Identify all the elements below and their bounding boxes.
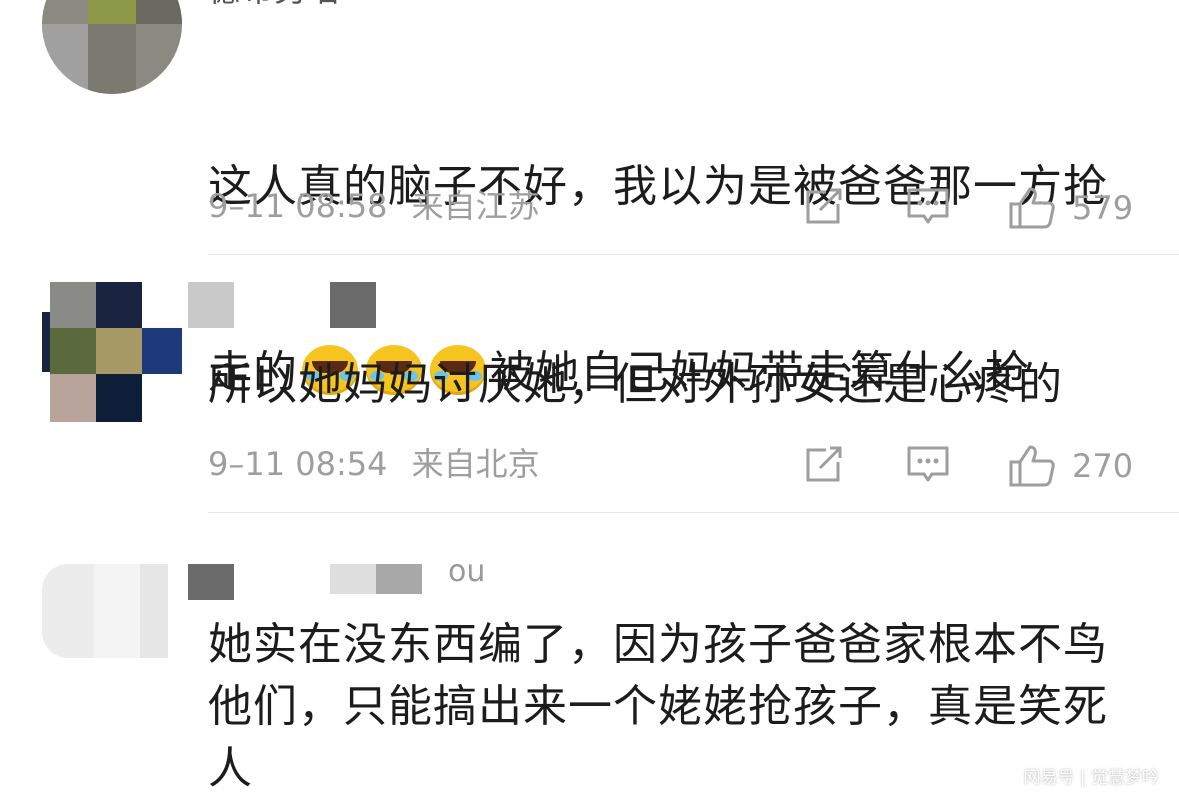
comment-meta: 9–11 08:58 来自江苏 (208, 186, 540, 226)
avatar[interactable] (42, 564, 182, 704)
share-icon[interactable] (802, 444, 844, 486)
comment-icon[interactable] (906, 186, 950, 228)
like-count: 579 (1072, 189, 1134, 227)
comment-actions: 579 (800, 186, 1140, 230)
comment-actions: 270 (800, 444, 1140, 488)
like-icon[interactable] (1008, 186, 1056, 230)
location: 来自江苏 (411, 187, 540, 225)
username[interactable]: 德布另喵 (208, 0, 1128, 10)
share-icon[interactable] (802, 186, 844, 228)
like-count: 270 (1072, 447, 1134, 485)
divider (208, 512, 1179, 513)
watermark: 网易号 | 觉慧梦吟 (1023, 768, 1159, 788)
like-icon[interactable] (1008, 444, 1056, 488)
divider (208, 254, 1179, 255)
avatar[interactable] (42, 0, 182, 94)
location: 来自北京 (411, 445, 540, 483)
timestamp: 9–11 08:58 (208, 187, 388, 225)
timestamp: 9–11 08:54 (208, 445, 388, 483)
comment-text: 她实在没东西编了，因为孩子爸爸家根本不鸟他们，只能搞出来一个姥姥抢孩子，真是笑死… (208, 619, 1108, 794)
username-fragment: ou (448, 554, 486, 589)
comment-icon[interactable] (906, 444, 950, 486)
comment-text: 所以她妈妈讨厌她，但对外孙女还是心疼的 (208, 359, 1063, 410)
avatar[interactable] (42, 282, 182, 422)
comment-meta: 9–11 08:54 来自北京 (208, 444, 540, 484)
